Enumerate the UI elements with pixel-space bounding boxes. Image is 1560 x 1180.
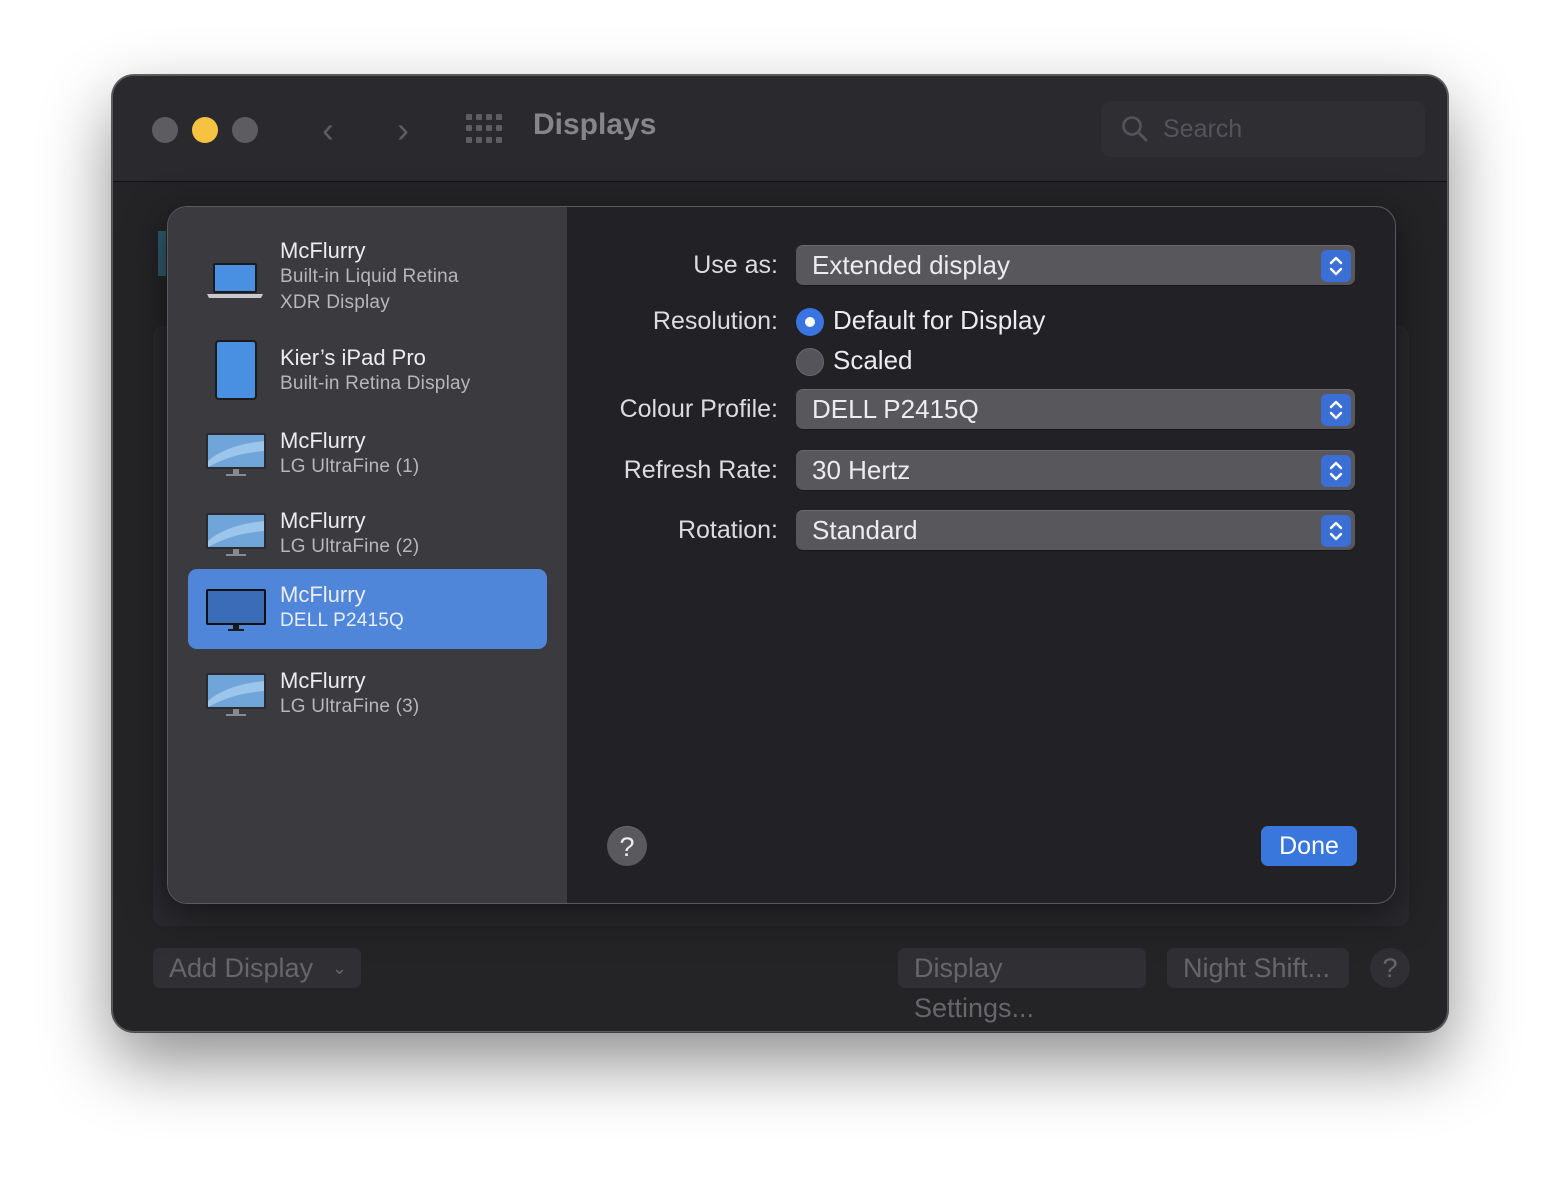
system-preferences-window: ‹ › Displays Search Add Display ⌄ Displa… [112, 75, 1448, 1032]
display-list-item[interactable]: McFlurry LG UltraFine (1) [188, 419, 547, 489]
laptop-icon [207, 263, 263, 298]
display-type: LG UltraFine (3) [280, 696, 420, 717]
refresh-rate-label: Refresh Rate: [623, 456, 778, 484]
sheet-help-button[interactable]: ? [607, 826, 647, 866]
search-icon [1122, 116, 1148, 142]
back-arrow-icon[interactable]: ‹ [313, 110, 343, 150]
colour-profile-popup[interactable]: DELL P2415Q [796, 389, 1355, 429]
done-button[interactable]: Done [1261, 826, 1357, 866]
rotation-popup[interactable]: Standard [796, 510, 1355, 550]
refresh-rate-popup[interactable]: 30 Hertz [796, 450, 1355, 490]
display-name: Kier’s iPad Pro [280, 345, 426, 370]
colour-profile-value: DELL P2415Q [812, 394, 979, 424]
radio-label: Scaled [833, 345, 913, 375]
display-type: Built-in Retina Display [280, 373, 471, 394]
display-name: McFlurry [280, 582, 366, 607]
chevron-down-icon: ⌄ [331, 958, 347, 978]
display-name: McFlurry [280, 428, 366, 453]
display-type: DELL P2415Q [280, 610, 405, 631]
display-list-item-selected[interactable]: McFlurry DELL P2415Q [188, 569, 547, 649]
rotation-label: Rotation: [677, 516, 778, 544]
window-title: Displays [533, 108, 657, 141]
up-down-chevron-icon [1321, 455, 1351, 487]
display-settings-sheet: McFlurry Built-in Liquid Retina XDR Disp… [167, 206, 1396, 904]
up-down-chevron-icon [1321, 394, 1351, 426]
display-type-line2: XDR Display [280, 292, 390, 313]
show-all-grid-icon[interactable] [466, 114, 502, 144]
night-shift-button[interactable]: Night Shift... [1167, 948, 1349, 988]
display-name: McFlurry [280, 668, 366, 693]
zoom-window-button[interactable] [232, 117, 258, 143]
minimize-window-button[interactable] [192, 117, 218, 143]
display-type: Built-in Liquid Retina [280, 266, 459, 287]
up-down-chevron-icon [1321, 515, 1351, 547]
close-window-button[interactable] [152, 117, 178, 143]
display-settings-panel: Use as: Extended display Resolution: Def… [567, 207, 1395, 903]
radio-label: Default for Display [833, 305, 1046, 335]
use-as-label: Use as: [693, 251, 778, 279]
add-display-button[interactable]: Add Display ⌄ [153, 948, 361, 988]
up-down-chevron-icon [1321, 250, 1351, 282]
monitor-icon [206, 433, 266, 476]
title-bar: ‹ › Displays Search [113, 76, 1447, 182]
ipad-icon [215, 340, 257, 400]
display-settings-button[interactable]: Display Settings... [898, 948, 1146, 1023]
use-as-popup[interactable]: Extended display [796, 245, 1355, 285]
use-as-value: Extended display [812, 250, 1011, 280]
add-display-label: Add Display [169, 953, 314, 983]
monitor-icon [206, 513, 266, 556]
display-name: McFlurry [280, 508, 366, 533]
display-type: LG UltraFine (2) [280, 536, 420, 557]
rotation-value: Standard [812, 515, 918, 545]
display-list-item[interactable]: McFlurry LG UltraFine (2) [188, 499, 547, 569]
radio-selected-icon [796, 308, 824, 336]
display-list-item[interactable]: McFlurry LG UltraFine (3) [188, 659, 547, 729]
help-button[interactable]: ? [1370, 948, 1410, 988]
refresh-rate-value: 30 Hertz [812, 455, 911, 485]
forward-arrow-icon[interactable]: › [388, 110, 418, 150]
background-display-thumbnail [158, 231, 166, 276]
resolution-label: Resolution: [652, 307, 778, 335]
display-list-item[interactable]: McFlurry Built-in Liquid Retina XDR Disp… [188, 233, 547, 327]
display-list-item[interactable]: Kier’s iPad Pro Built-in Retina Display [188, 337, 547, 407]
colour-profile-label: Colour Profile: [619, 395, 778, 423]
search-field[interactable]: Search [1101, 101, 1425, 157]
monitor-icon [206, 673, 266, 716]
search-placeholder: Search [1163, 115, 1243, 143]
monitor-dark-icon [206, 589, 266, 631]
display-type: LG UltraFine (1) [280, 456, 420, 477]
display-name: McFlurry [280, 238, 366, 263]
radio-unselected-icon [796, 348, 824, 376]
display-list-sidebar: McFlurry Built-in Liquid Retina XDR Disp… [168, 207, 567, 903]
